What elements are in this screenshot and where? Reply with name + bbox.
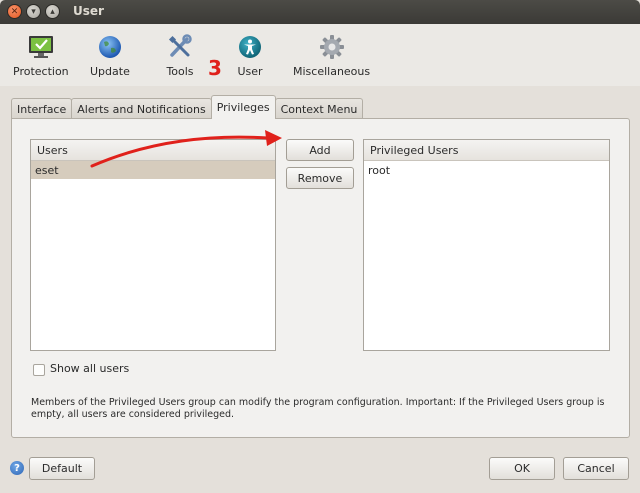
show-all-users-label: Show all users (50, 362, 130, 375)
cancel-button[interactable]: Cancel (563, 457, 629, 480)
help-icon[interactable]: ? (10, 461, 24, 475)
show-all-users-checkbox[interactable] (33, 364, 45, 376)
ok-button[interactable]: OK (489, 457, 555, 480)
privileges-description: Members of the Privileged Users group ca… (31, 397, 605, 420)
tab-privileges[interactable]: Privileges (210, 95, 276, 119)
default-button[interactable]: Default (29, 457, 95, 480)
